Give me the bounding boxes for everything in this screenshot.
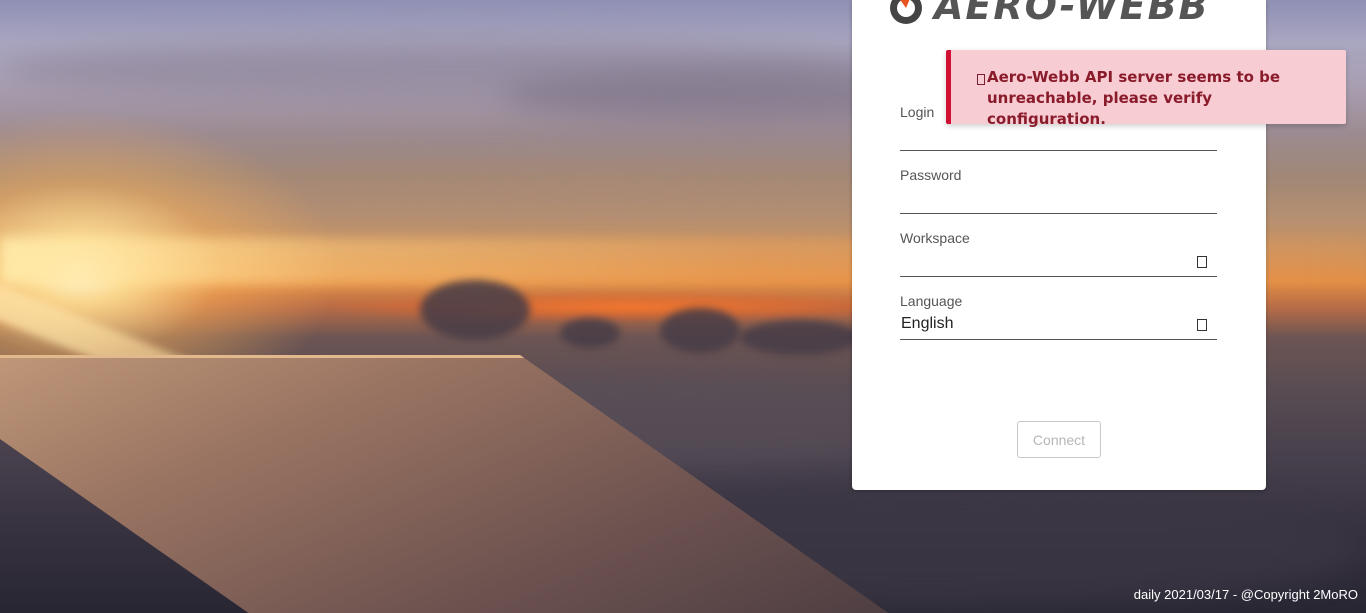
language-value[interactable]: English [901,314,953,334]
error-toast: Aero-Webb API server seems to be unreach… [946,50,1346,128]
workspace-select[interactable]: Workspace [900,230,1217,277]
chevron-down-icon[interactable] [1197,256,1207,268]
chevron-down-icon[interactable] [1197,319,1207,331]
language-label: Language [900,293,963,309]
logo-icon [890,0,922,24]
toast-message: Aero-Webb API server seems to be unreach… [987,68,1281,128]
workspace-label: Workspace [900,230,970,246]
connect-button[interactable]: Connect [1017,421,1101,458]
app-logo: AERO-WEBB [886,0,1210,28]
footer-copyright: daily 2021/03/17 - @Copyright 2MoRO [1133,587,1358,602]
language-select[interactable]: Language English [900,293,1217,340]
login-input[interactable] [900,150,1217,151]
password-input[interactable] [900,213,1217,214]
logo-text: AERO-WEBB [934,0,1210,28]
password-label: Password [900,167,962,183]
warning-icon [977,74,985,85]
password-field[interactable]: Password [900,167,1217,214]
workspace-input[interactable] [900,276,1217,277]
language-input[interactable] [900,339,1217,340]
